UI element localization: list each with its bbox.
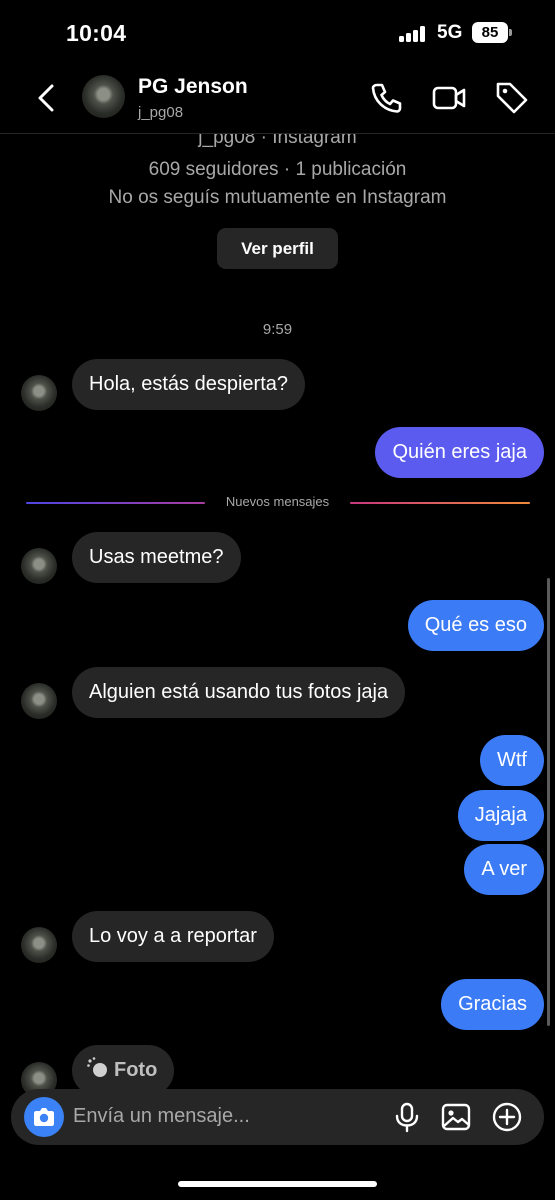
divider-line-right	[350, 502, 530, 504]
phone-icon[interactable]	[368, 80, 404, 116]
sender-avatar[interactable]	[21, 375, 57, 411]
message-bubble-outgoing[interactable]: A ver	[464, 844, 544, 895]
signal-icon	[399, 26, 427, 42]
message-bubble-incoming[interactable]: Usas meetme?	[72, 532, 241, 583]
message-bubble-incoming[interactable]: Alguien está usando tus fotos jaja	[72, 667, 406, 718]
profile-mutual-line: No os seguís mutuamente en Instagram	[108, 187, 447, 208]
gallery-icon[interactable]	[440, 1101, 472, 1133]
status-bar: 10:04 5G 85	[0, 0, 555, 66]
message-bubble-incoming[interactable]: Hola, estás despierta?	[72, 359, 306, 410]
message-bubble-outgoing[interactable]: Jajaja	[457, 790, 544, 841]
photo-loading-icon	[87, 1057, 107, 1077]
sender-avatar[interactable]	[21, 927, 57, 963]
contact-name[interactable]: PG Jenson	[138, 75, 248, 99]
sender-avatar[interactable]	[21, 548, 57, 584]
message-bubble-incoming[interactable]: Lo voy a a reportar	[72, 911, 274, 962]
message-bubble-outgoing[interactable]: Qué es eso	[407, 600, 544, 651]
photo-label: Foto	[114, 1059, 158, 1081]
profile-followers-line: 609 seguidores · 1 publicación	[148, 159, 407, 180]
status-time: 10:04	[66, 20, 127, 46]
avatar[interactable]	[82, 75, 125, 118]
battery-icon: 85	[472, 22, 508, 43]
video-call-icon[interactable]	[431, 80, 467, 116]
camera-icon	[34, 1108, 54, 1126]
message-composer: Envía un mensaje...	[11, 1089, 544, 1145]
message-input[interactable]: Envía un mensaje...	[73, 1105, 250, 1128]
back-chevron-icon[interactable]	[30, 81, 64, 115]
view-profile-button[interactable]: Ver perfil	[217, 228, 338, 269]
camera-button[interactable]	[24, 1097, 64, 1137]
message-timestamp: 9:59	[262, 321, 293, 338]
network-type: 5G	[437, 22, 463, 43]
new-messages-divider: Nuevos mensajes	[0, 494, 555, 510]
chat-header: PG Jenson j_pg08	[0, 66, 555, 134]
home-indicator	[178, 1181, 377, 1187]
message-bubble-outgoing[interactable]: Quién eres jaja	[375, 427, 544, 478]
message-bubble-outgoing[interactable]: Gracias	[441, 979, 544, 1030]
contact-username[interactable]: j_pg08	[138, 104, 183, 121]
scrollbar[interactable]	[547, 578, 550, 1026]
add-icon[interactable]	[491, 1101, 523, 1133]
message-bubble-outgoing[interactable]: Wtf	[480, 735, 544, 786]
microphone-icon[interactable]	[391, 1101, 423, 1133]
tag-icon[interactable]	[494, 80, 530, 116]
sender-avatar[interactable]	[21, 683, 57, 719]
battery-tip	[509, 29, 512, 36]
